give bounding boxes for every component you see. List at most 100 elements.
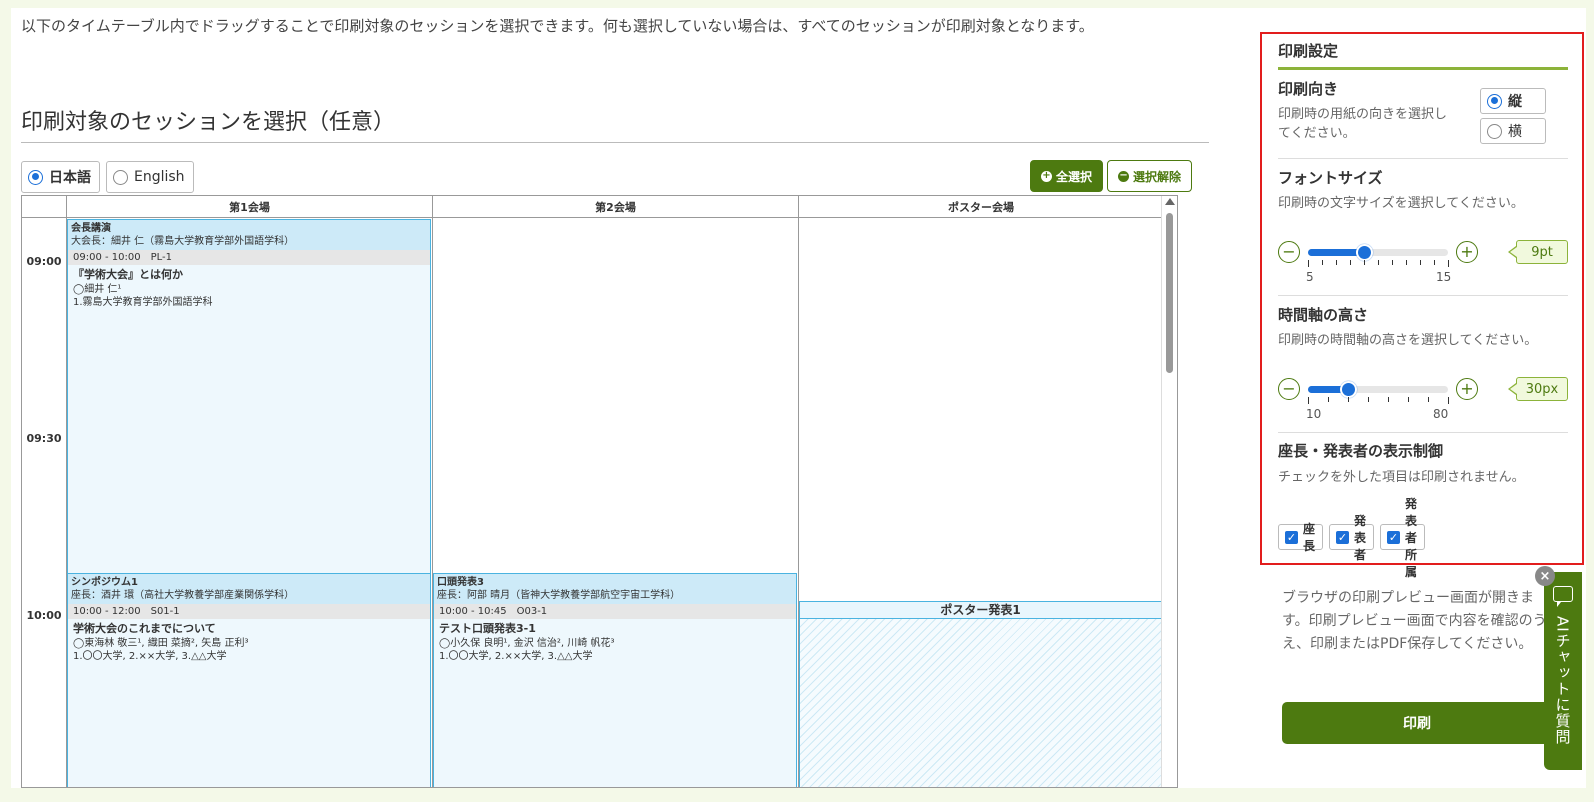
presentation-authors: ◯細井 仁¹ [73, 284, 122, 295]
session-time: 09:00 - 10:00 PL-1 [68, 250, 430, 265]
slider-tick [1350, 259, 1351, 265]
orientation-label: 縦 [1508, 94, 1522, 110]
time-axis-slider: − + 30px [1278, 376, 1568, 404]
presentation-title: 学術大会のこれまでについて [73, 622, 216, 635]
deselect-label: 選択解除 [1133, 169, 1182, 184]
deselect-button[interactable]: − 選択解除 [1107, 160, 1193, 192]
checkbox-label: 発表者 [1354, 513, 1367, 562]
presentation-title: 『学術大会』とは何か [73, 268, 183, 281]
checkbox-label: 発表者所属 [1405, 496, 1418, 579]
radio-unselected-icon [113, 169, 128, 185]
font-size-track[interactable] [1308, 243, 1449, 267]
orientation-landscape[interactable]: 横 [1480, 118, 1546, 144]
font-size-value: 9pt [1508, 240, 1568, 264]
ai-chat-tab[interactable]: AIチャットに質問 [1544, 572, 1582, 770]
slider-tick [1322, 259, 1323, 265]
session-header: 口頭発表3 座長：阿部 晴月（皆神大学教養学部航空宇宙工学科） [434, 574, 796, 604]
poster-session-block[interactable]: ポスター発表1 [799, 601, 1162, 787]
selection-buttons: + 全選択 − 選択解除 [1030, 160, 1193, 192]
time-axis-track[interactable] [1308, 380, 1449, 404]
display-control-desc: チェックを外した項目は印刷されません。 [1278, 470, 1525, 485]
presentation-affiliations: 1.霧島大学教育学部外国語学科 [73, 297, 213, 308]
checkbox-checked-icon: ✓ [1387, 530, 1401, 544]
column-header: 第1会場 [66, 196, 432, 218]
orientation-options: 縦 横 [1480, 88, 1546, 144]
slider-tick [1448, 396, 1449, 404]
session-time: 10:00 - 10:45 O03-1 [434, 604, 796, 619]
checkbox-chair[interactable]: ✓ 座長 [1278, 522, 1324, 553]
increase-font-size-icon[interactable]: + [1456, 241, 1478, 263]
slider-tick [1336, 259, 1337, 265]
time-axis-value: 30px [1508, 377, 1568, 401]
slider-tick [1428, 396, 1429, 402]
presentation: 学術大会のこれまでについて ◯東海林 敬三¹, 織田 菜摘², 矢島 正利³ 1… [68, 619, 430, 665]
decrease-time-axis-icon[interactable]: − [1278, 378, 1300, 400]
scroll-thumb[interactable] [1166, 213, 1173, 373]
time-label: 09:30 [26, 432, 62, 445]
section-title: 印刷対象のセッションを選択（任意） [21, 104, 1209, 143]
slider-tick [1448, 259, 1449, 267]
close-icon[interactable]: × [1535, 566, 1555, 586]
checkbox-presenter[interactable]: ✓ 発表者 [1329, 514, 1375, 562]
presentation-authors: ◯東海林 敬三¹, 織田 菜摘², 矢島 正利³ [73, 638, 249, 649]
session-chair: 座長：阿部 晴月（皆神大学教養学部航空宇宙工学科） [437, 590, 681, 601]
presentation: テスト口頭発表3-1 ◯小久保 良明¹, 金沢 信治², 川崎 帆花³ 1.〇〇… [434, 619, 796, 665]
font-size-heading: フォントサイズ [1278, 169, 1383, 187]
session-chair: 大会長：細井 仁（霧島大学教育学部外国語学科） [71, 236, 295, 247]
session-header: 会長講演 大会長：細井 仁（霧島大学教育学部外国語学科） [68, 220, 430, 250]
font-size-desc: 印刷時の文字サイズを選択してください。 [1278, 196, 1524, 211]
session-block[interactable]: シンポジウム1 座長：酒井 環（高社大学教養学部産業関係学科） 10:00 - … [67, 573, 431, 787]
presentation-affiliations: 1.〇〇大学, 2.××大学, 3.△△大学 [439, 651, 593, 662]
language-option-ja[interactable]: 日本語 [21, 161, 100, 193]
slider-tick [1388, 396, 1389, 402]
session-time: 10:00 - 12:00 S01-1 [68, 604, 430, 619]
intro-text: 以下のタイムテーブル内でドラッグすることで印刷対象のセッションを選択できます。何… [21, 17, 1094, 35]
select-all-label: 全選択 [1056, 169, 1093, 184]
font-size-max: 15 [1436, 270, 1452, 284]
time-label: 09:00 [26, 255, 62, 268]
checkbox-presenter-affiliation[interactable]: ✓ 発表者所属 [1380, 497, 1426, 579]
plus-circle-icon: + [1041, 170, 1052, 182]
slider-tick [1368, 396, 1369, 402]
print-settings-panel: 印刷設定 印刷向き 印刷時の用紙の向きを選択してください。 縦 横 フォントサイ… [1260, 32, 1584, 579]
slider-tick [1406, 259, 1407, 265]
poster-session-title: ポスター発表1 [800, 602, 1161, 619]
time-axis-min: 10 [1306, 407, 1322, 421]
font-size-min: 5 [1306, 270, 1314, 284]
session-block[interactable]: 口頭発表3 座長：阿部 晴月（皆神大学教養学部航空宇宙工学科） 10:00 - … [433, 573, 797, 787]
session-type: 会長講演 [71, 223, 111, 234]
checkbox-checked-icon: ✓ [1285, 530, 1298, 544]
print-note: ブラウザの印刷プレビュー画面が開きます。印刷プレビュー画面で内容を確認のうえ、印… [1282, 590, 1547, 652]
column-header: 第2会場 [432, 196, 798, 218]
orientation-portrait[interactable]: 縦 [1480, 88, 1546, 114]
timetable-scrollbar[interactable] [1161, 196, 1177, 787]
time-axis-thumb[interactable] [1340, 380, 1357, 398]
slider-tick [1434, 259, 1435, 265]
language-option-en[interactable]: English [106, 161, 194, 193]
orientation-label: 横 [1508, 124, 1522, 140]
slider-tick [1348, 396, 1349, 402]
scroll-up-arrow-icon[interactable] [1165, 198, 1175, 205]
slider-tick [1308, 259, 1309, 267]
time-axis-desc: 印刷時の時間軸の高さを選択してください。 [1278, 333, 1538, 348]
font-size-section: フォントサイズ 印刷時の文字サイズを選択してください。 − + 9pt 5 15 [1278, 167, 1568, 289]
select-all-button[interactable]: + 全選択 [1030, 160, 1104, 192]
slider-tick [1408, 396, 1409, 402]
font-size-ticks [1308, 259, 1449, 267]
decrease-font-size-icon[interactable]: − [1278, 241, 1300, 263]
timetable[interactable]: 第1会場 第2会場 ポスター会場 09:00 09:30 10:00 会長講演 … [21, 195, 1178, 788]
ai-chat-label: AIチャットに質問 [1553, 616, 1572, 745]
radio-selected-icon [28, 169, 43, 185]
font-size-slider: − + 9pt [1278, 239, 1568, 267]
orientation-section: 印刷向き 印刷時の用紙の向きを選択してください。 縦 横 [1278, 78, 1568, 148]
checkbox-checked-icon: ✓ [1336, 530, 1350, 544]
slider-tick [1392, 259, 1393, 265]
font-size-thumb[interactable] [1356, 243, 1373, 261]
divider [1278, 158, 1568, 159]
orientation-desc: 印刷時の用紙の向きを選択してください。 [1278, 107, 1448, 141]
print-button[interactable]: 印刷 [1282, 702, 1552, 744]
session-block[interactable]: 会長講演 大会長：細井 仁（霧島大学教育学部外国語学科） 09:00 - 10:… [67, 219, 431, 574]
timetable-header: 第1会場 第2会場 ポスター会場 [22, 196, 1177, 218]
display-control-section: 座長・発表者の表示制御 チェックを外した項目は印刷されません。 ✓ 座長 ✓ 発… [1278, 440, 1568, 579]
increase-time-axis-icon[interactable]: + [1456, 378, 1478, 400]
